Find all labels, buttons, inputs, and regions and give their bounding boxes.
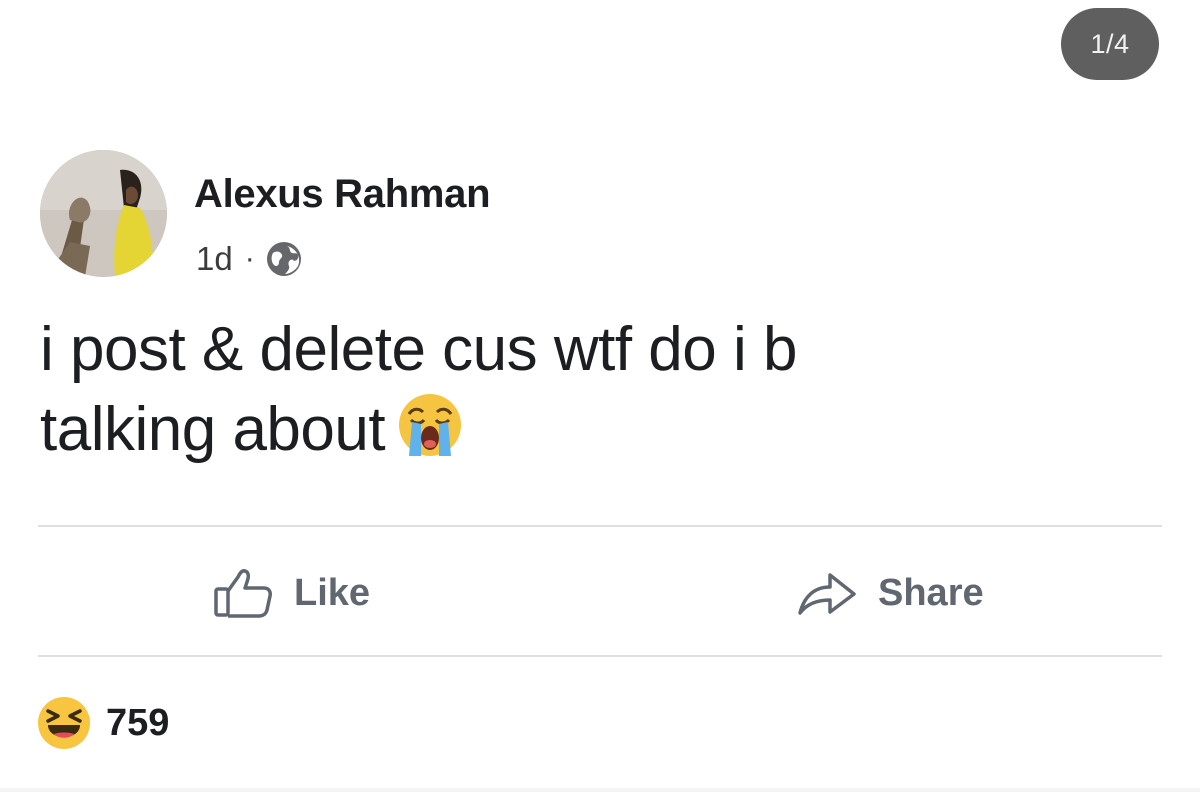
haha-reaction-icon: [38, 697, 90, 749]
reaction-count: 759: [106, 701, 170, 744]
page-counter: 1/4: [1061, 8, 1159, 80]
globe-icon[interactable]: [265, 240, 303, 278]
avatar-photo: [40, 150, 167, 277]
divider-top: [38, 525, 1162, 527]
share-label: Share: [878, 571, 984, 614]
post-text-line-2: talking about: [40, 390, 1140, 470]
meta-separator: ·: [244, 242, 255, 275]
loudly-crying-face-icon: [399, 394, 462, 456]
avatar[interactable]: [40, 150, 167, 277]
thumbs-up-icon: [214, 569, 272, 618]
bottom-divider: [0, 788, 1200, 792]
author-name[interactable]: Alexus Rahman: [194, 172, 491, 217]
share-button[interactable]: Share: [796, 555, 984, 631]
post-timestamp[interactable]: 1d: [196, 240, 233, 278]
like-label: Like: [294, 571, 371, 614]
post-meta: 1d ·: [196, 236, 303, 282]
share-arrow-icon: [798, 573, 856, 615]
post-text: i post & delete cus wtf do i b talking a…: [40, 310, 1140, 470]
like-button[interactable]: Like: [212, 555, 370, 631]
reactions-summary[interactable]: 759: [36, 693, 169, 753]
post-text-line-1: i post & delete cus wtf do i b: [40, 315, 797, 384]
divider-bottom: [38, 655, 1162, 657]
post-text-line-2-words: talking about: [40, 395, 386, 464]
